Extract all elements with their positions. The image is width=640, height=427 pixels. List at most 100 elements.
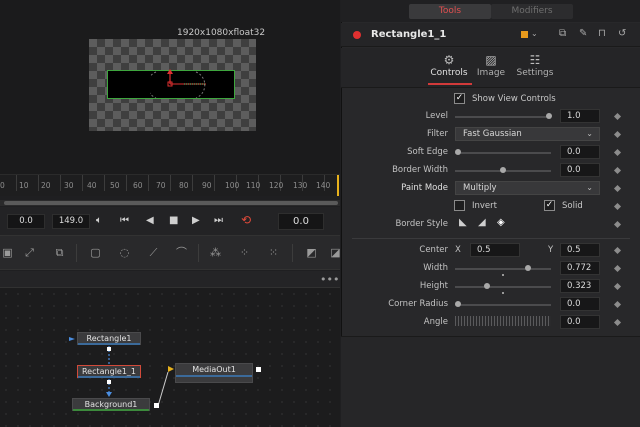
angle-thumbwheel[interactable]	[455, 316, 551, 326]
play-forward-icon[interactable]: ▶︎	[192, 215, 200, 227]
transport-bar: 0.0 149.0 🔈︎ ⏮︎ ◀︎ ■ ▶︎ ⏭︎ ⟲ 0.0	[0, 207, 340, 235]
versions-icon[interactable]: ⧉	[559, 28, 566, 39]
chevron-down-icon[interactable]: ⌄	[531, 29, 538, 38]
border-style-label: Border Style	[395, 219, 448, 229]
width-label: Width	[423, 263, 448, 273]
width-field[interactable]: 0.772	[560, 261, 600, 275]
inspector-empty-area	[341, 336, 640, 427]
soft-edge-field[interactable]: 0.0	[560, 145, 600, 159]
center-x-field[interactable]: 0.5	[470, 243, 520, 257]
go-to-end-icon[interactable]: ⏭︎	[214, 215, 223, 227]
width-slider[interactable]	[455, 268, 551, 270]
center-x-label: X	[455, 245, 461, 255]
level-field[interactable]: 1.0	[560, 109, 600, 123]
level-slider[interactable]	[455, 116, 551, 118]
tab-modifiers[interactable]: Modifiers	[491, 4, 573, 19]
level-slider-knob[interactable]	[546, 113, 552, 119]
node-color-swatch[interactable]	[521, 31, 528, 38]
node-rectangle1[interactable]: Rectangle1	[77, 332, 141, 345]
solid-checkbox[interactable]: ✓	[544, 200, 555, 211]
paint-mode-label: Paint Mode	[401, 183, 448, 193]
border-style-miter-icon[interactable]: ◣	[459, 217, 467, 228]
height-label: Height	[419, 281, 448, 291]
border-width-field[interactable]: 0.0	[560, 163, 600, 177]
reset-icon[interactable]: ↺	[618, 28, 626, 39]
pin-icon[interactable]: ✎	[579, 28, 587, 39]
tab-tools[interactable]: Tools	[409, 4, 491, 19]
soft-edge-slider-knob[interactable]	[455, 149, 461, 155]
tick-label: 20	[41, 181, 51, 190]
tick-label: 120	[269, 181, 284, 190]
loop-icon[interactable]: ⟲	[241, 214, 251, 226]
particle-style-icon[interactable]: ⁙	[266, 246, 281, 260]
tick-label: 110	[246, 181, 261, 190]
tick-label: 80	[179, 181, 189, 190]
lock-icon[interactable]: ⊓	[598, 28, 606, 39]
section-divider	[352, 238, 630, 239]
soft-edge-slider[interactable]	[455, 152, 551, 154]
particle-render-icon[interactable]: ⁘	[237, 246, 252, 260]
angle-label: Angle	[423, 317, 448, 327]
paint-mode-dropdown[interactable]: Multiply ⌄	[455, 181, 600, 195]
tick-label: 0	[0, 181, 5, 190]
show-view-controls-checkbox[interactable]: ✓	[454, 93, 465, 104]
current-time-field[interactable]: 0.0	[278, 213, 324, 230]
show-view-controls-label: Show View Controls	[472, 94, 556, 104]
default-marker	[502, 292, 504, 294]
corner-radius-field[interactable]: 0.0	[560, 297, 600, 311]
end-frame-field[interactable]: 149.0	[52, 214, 90, 229]
level-label: Level	[425, 111, 448, 121]
resize-tool-icon[interactable]: ⤢	[22, 246, 37, 260]
border-style-round-icon[interactable]: ◈	[497, 217, 505, 228]
rectangle-mask-icon[interactable]: ▢	[88, 246, 103, 260]
play-reverse-icon[interactable]: ◀︎	[146, 215, 154, 227]
timeline-ruler[interactable]: 0 10 20 30 40 50 60 70 80 90 100 110 120…	[0, 174, 340, 196]
ellipse-mask-icon[interactable]: ◌	[117, 246, 132, 260]
filter-dropdown[interactable]: Fast Gaussian ⌄	[455, 127, 600, 141]
current-frame-field[interactable]: 0.0	[7, 214, 45, 229]
go-to-start-icon[interactable]: ⏮︎	[120, 215, 129, 227]
height-slider[interactable]	[455, 286, 551, 288]
chevron-down-icon: ⌄	[586, 183, 593, 192]
subtab-label: Controls	[430, 68, 468, 78]
node-label: Rectangle1_1	[81, 367, 137, 376]
tick-label: 40	[87, 181, 97, 190]
height-slider-knob[interactable]	[484, 283, 490, 289]
width-slider-knob[interactable]	[525, 265, 531, 271]
resolution-label: 1920x1080xfloat32	[177, 28, 266, 38]
tools-toolbar: ▣ ⤢ ⧉ ▢ ◌ ⟋ ⌒ ⁂ ⁘ ⁙ ◩ ◪	[0, 235, 341, 270]
corner-radius-slider-knob[interactable]	[455, 301, 461, 307]
background-tool-icon[interactable]: ▣	[0, 246, 15, 260]
node-mediaout1[interactable]: MediaOut1	[175, 363, 253, 383]
border-style-bevel-icon[interactable]: ◢	[478, 217, 486, 228]
height-field[interactable]: 0.323	[560, 279, 600, 293]
stop-icon[interactable]: ■	[169, 215, 178, 227]
tick-label: 30	[64, 181, 74, 190]
subtab-settings[interactable]: ☷ Settings	[509, 52, 561, 78]
bspline-mask-icon[interactable]: ⌒	[174, 246, 189, 260]
inspector-tab-bar: Tools Modifiers	[341, 0, 640, 22]
particle-emitter-icon[interactable]: ⁂	[208, 246, 223, 260]
inspector-subtabs: ⚙︎ Controls ▨ Image ☷ Settings	[341, 48, 640, 88]
timeline-scrollbar-thumb[interactable]	[4, 201, 338, 205]
3d-shape-icon[interactable]: ◩	[304, 246, 319, 260]
corner-radius-label: Corner Radius	[388, 299, 448, 309]
invert-checkbox[interactable]	[454, 200, 465, 211]
node-label: Background1	[84, 400, 138, 409]
node-background1[interactable]: Background1	[72, 398, 150, 411]
angle-field[interactable]: 0.0	[560, 315, 600, 329]
node-rectangle1-1[interactable]: Rectangle1_1	[77, 365, 141, 378]
subtab-label: Settings	[516, 68, 554, 78]
corner-radius-slider[interactable]	[455, 304, 551, 306]
polygon-mask-icon[interactable]: ⟋	[146, 246, 161, 260]
more-options-icon[interactable]: •••	[320, 273, 339, 286]
transform-gizmo[interactable]	[150, 68, 220, 102]
merge-tool-icon[interactable]: ⧉	[52, 246, 67, 260]
border-width-slider-knob[interactable]	[500, 167, 506, 173]
center-y-field[interactable]: 0.5	[560, 243, 600, 257]
speaker-icon[interactable]: 🔈︎	[96, 215, 102, 227]
filter-label: Filter	[426, 129, 448, 139]
center-y-label: Y	[548, 245, 554, 255]
center-label: Center	[419, 245, 448, 255]
border-width-label: Border Width	[392, 165, 448, 175]
